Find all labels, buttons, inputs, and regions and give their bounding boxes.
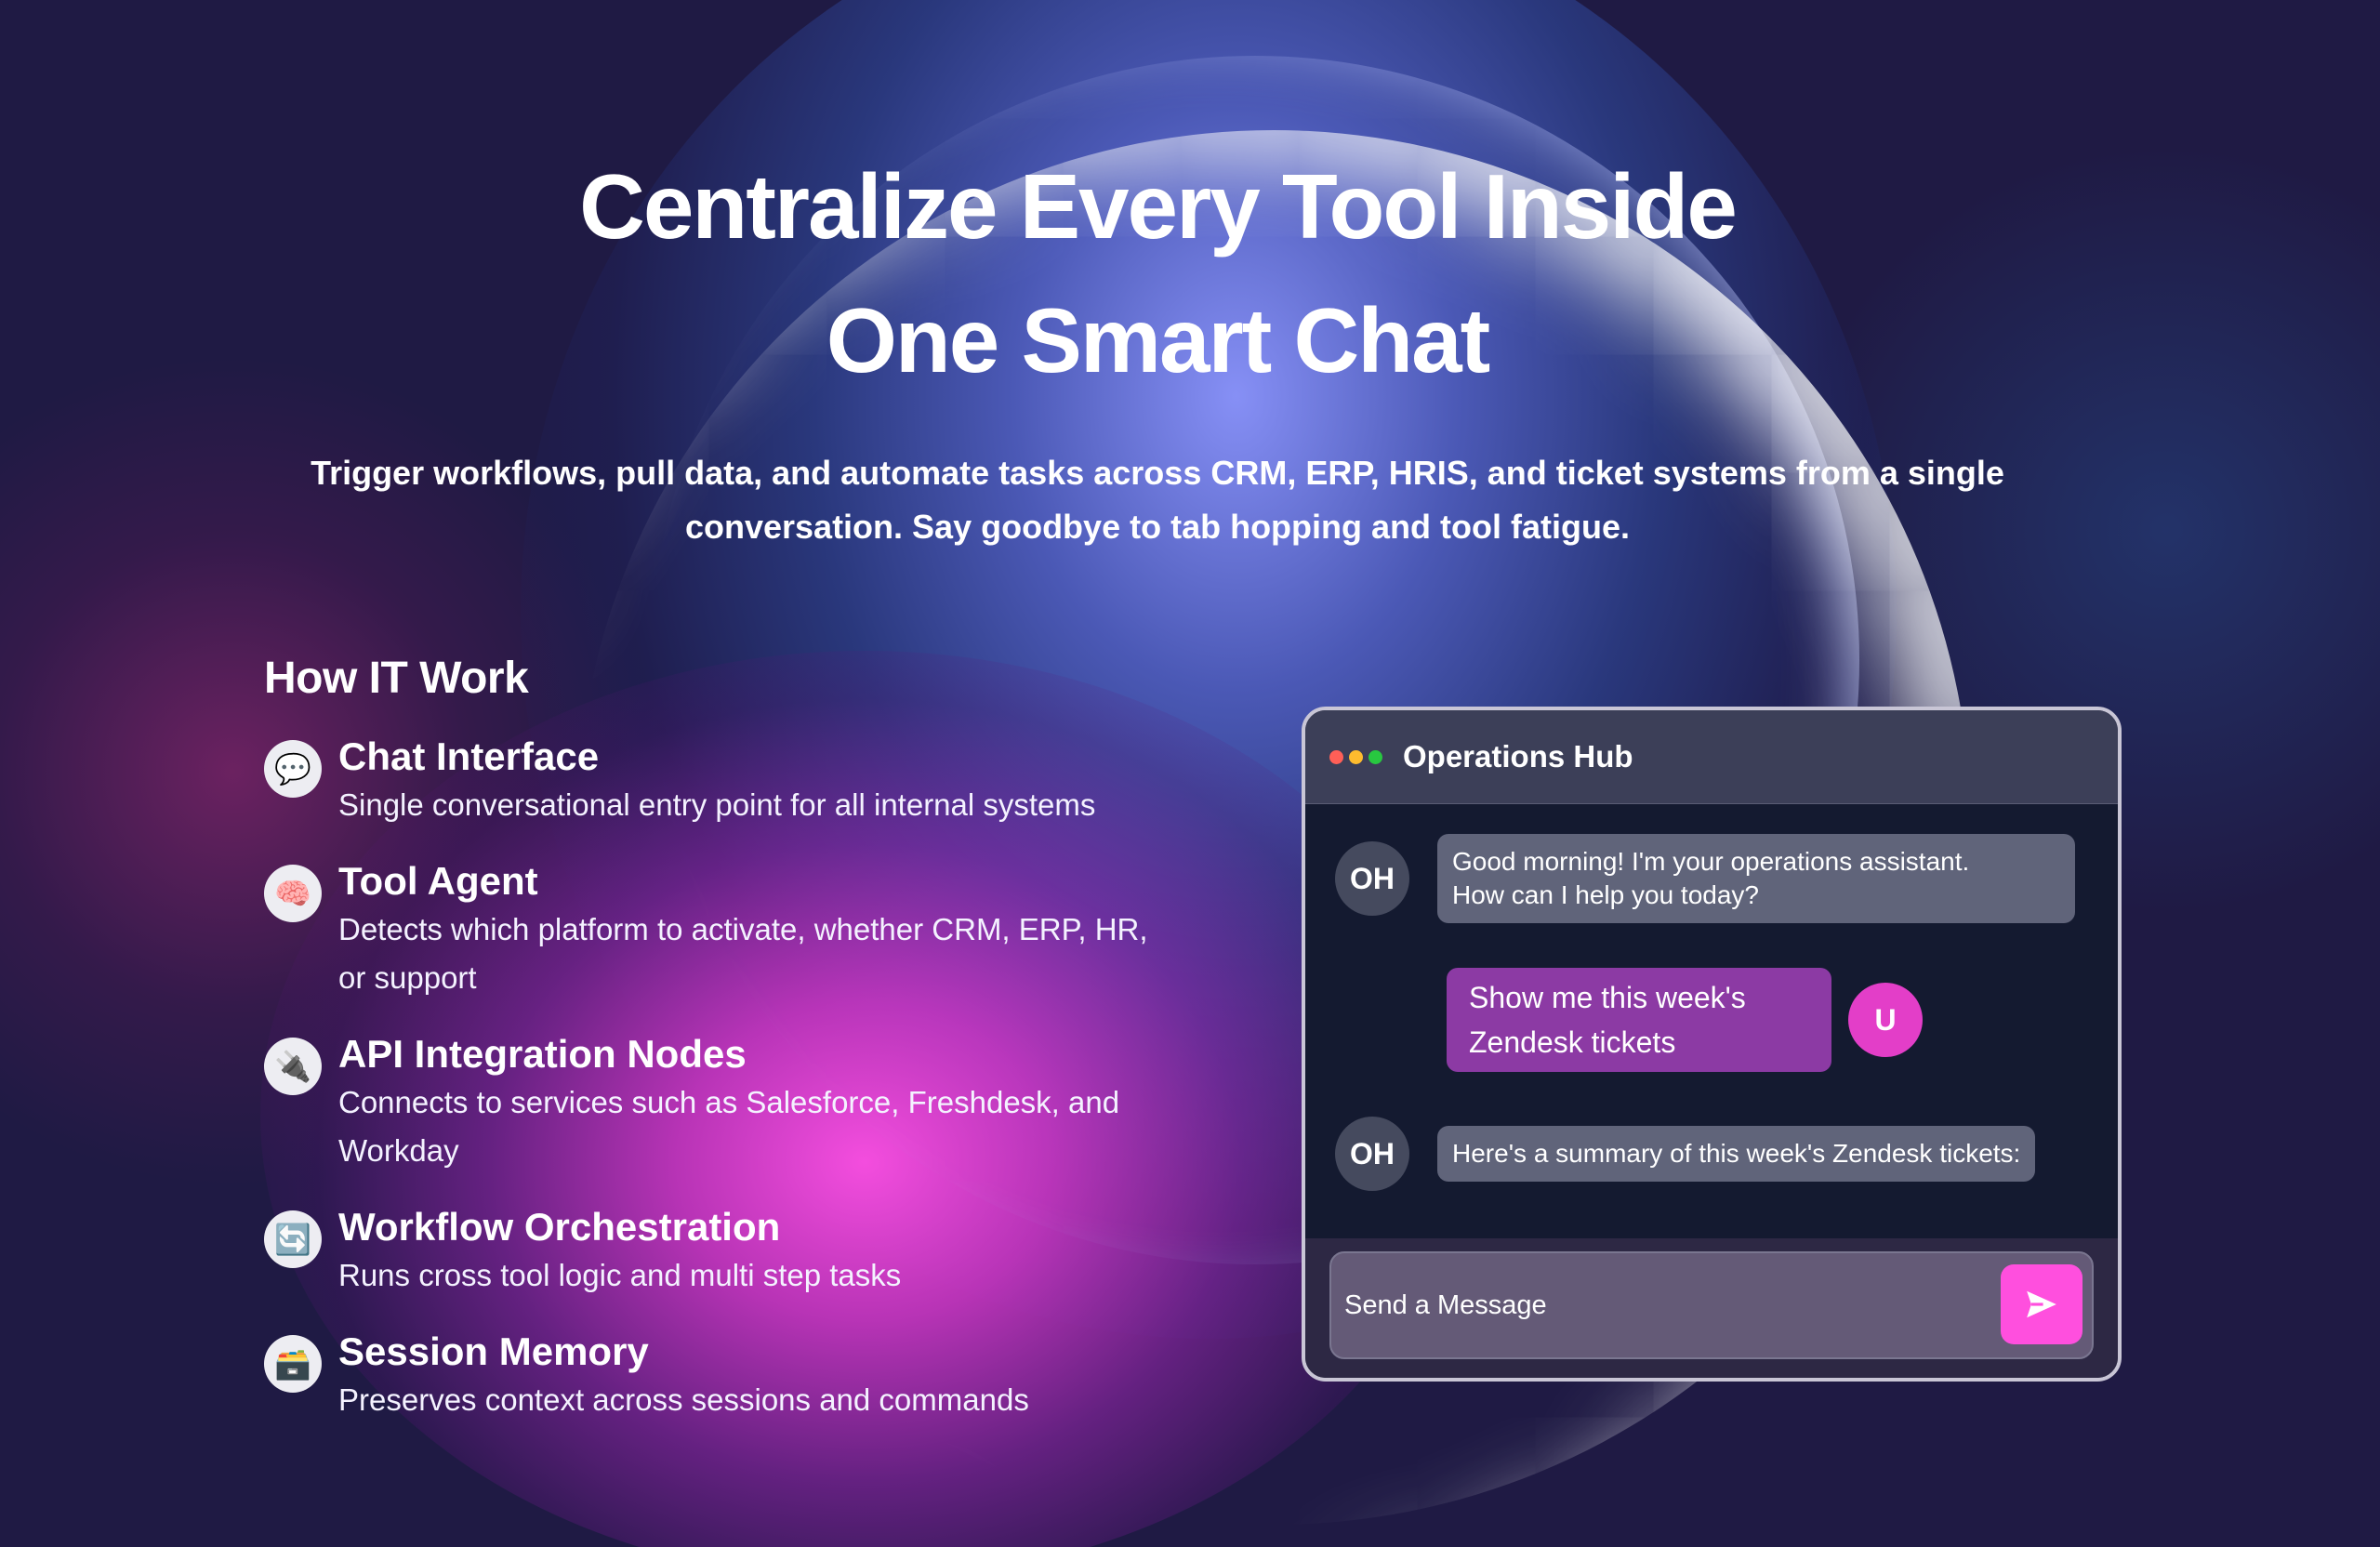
feature-description: Detects which platform to activate, whet…	[338, 912, 1148, 995]
send-button[interactable]	[2001, 1264, 2082, 1344]
hero-subtitle-line2: conversation. Say goodbye to tab hopping…	[684, 508, 1631, 546]
feature-workflow-orchestration: 🔄 Workflow Orchestration Runs cross tool…	[264, 1203, 1287, 1300]
how-it-works-section: How IT Work 💬 Chat Interface Single conv…	[264, 651, 1287, 1452]
chat-window: Operations Hub OH Good morning! I'm your…	[1302, 707, 2122, 1382]
send-icon	[2027, 1290, 2056, 1318]
feature-description: Single conversational entry point for al…	[338, 787, 1096, 822]
chat-messages: OH Good morning! I'm your operations ass…	[1305, 804, 2118, 1252]
chat-composer	[1305, 1238, 2118, 1378]
hero-title: Centralize Every Tool Inside One Smart C…	[0, 139, 2315, 407]
feature-api-integration-nodes: 🔌 API Integration Nodes Connects to serv…	[264, 1030, 1287, 1175]
window-close-dot[interactable]	[1329, 749, 1343, 764]
feature-description: Preserves context across sessions and co…	[338, 1382, 1029, 1417]
window-maximize-dot[interactable]	[1368, 749, 1382, 764]
feature-tool-agent: 🧠 Tool Agent Detects which platform to a…	[264, 857, 1287, 1002]
bot-avatar: OH	[1335, 841, 1409, 916]
brain-icon: 🧠	[264, 865, 322, 922]
message-input-wrapper	[1329, 1251, 2094, 1359]
card-file-box-icon: 🗃️	[264, 1335, 322, 1393]
hero-title-line1: Centralize Every Tool Inside	[579, 155, 1738, 258]
chat-message-user: Show me this week's Zendesk tickets U	[1335, 968, 2088, 1072]
feature-title: Workflow Orchestration	[338, 1205, 781, 1249]
window-minimize-dot[interactable]	[1349, 749, 1363, 764]
user-avatar: U	[1848, 983, 1923, 1057]
plug-icon: 🔌	[264, 1038, 322, 1095]
chat-header: Operations Hub	[1305, 710, 2118, 804]
hero-subtitle-line1: Trigger workflows, pull data, and automa…	[311, 454, 2004, 492]
hero-subtitle: Trigger workflows, pull data, and automa…	[279, 446, 2036, 554]
page-content: Centralize Every Tool Inside One Smart C…	[0, 0, 2380, 1547]
speech-balloon-icon: 💬	[264, 740, 322, 798]
hero-title-line2: One Smart Chat	[826, 289, 1491, 391]
feature-title: Chat Interface	[338, 734, 600, 778]
message-text-line2: How can I help you today?	[1452, 880, 1759, 909]
feature-description: Connects to services such as Salesforce,…	[338, 1085, 1120, 1168]
chat-title: Operations Hub	[1403, 739, 1633, 774]
feature-title: API Integration Nodes	[338, 1032, 747, 1076]
chat-message-bot: OH Good morning! I'm your operations ass…	[1335, 834, 2088, 923]
feature-title: Session Memory	[338, 1329, 649, 1373]
message-text-line1: Good morning! I'm your operations assist…	[1452, 847, 1970, 876]
message-bubble: Good morning! I'm your operations assist…	[1437, 834, 2075, 923]
refresh-icon: 🔄	[264, 1210, 322, 1268]
message-bubble: Here's a summary of this week's Zendesk …	[1437, 1126, 2036, 1182]
how-it-works-title: How IT Work	[264, 654, 529, 703]
message-bubble: Show me this week's Zendesk tickets	[1447, 968, 1831, 1072]
chat-message-bot: OH Here's a summary of this week's Zende…	[1335, 1117, 2088, 1191]
bot-avatar: OH	[1335, 1117, 1409, 1191]
feature-description: Runs cross tool logic and multi step tas…	[338, 1258, 902, 1292]
message-input[interactable]	[1331, 1253, 2092, 1357]
feature-title: Tool Agent	[338, 859, 538, 903]
feature-session-memory: 🗃️ Session Memory Preserves context acro…	[264, 1328, 1287, 1424]
feature-chat-interface: 💬 Chat Interface Single conversational e…	[264, 733, 1287, 829]
